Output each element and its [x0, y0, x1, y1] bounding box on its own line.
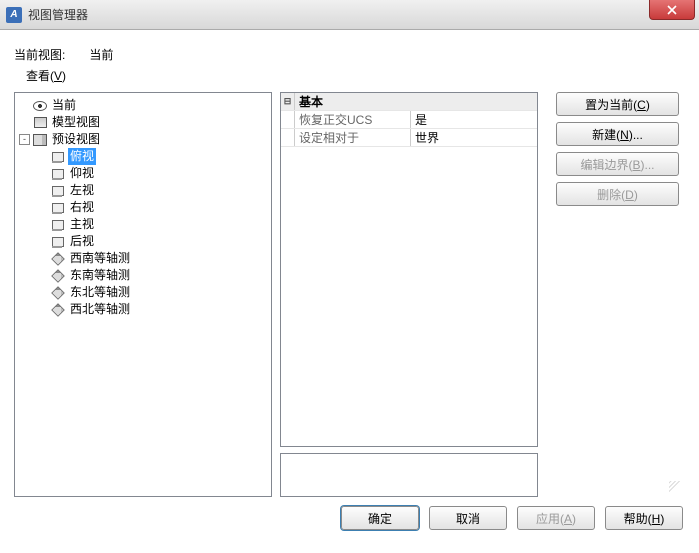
tree-item[interactable]: 右视	[15, 199, 271, 216]
titlebar: A 视图管理器	[0, 0, 699, 30]
new-button[interactable]: 新建(N)...	[556, 122, 679, 146]
prop-row[interactable]: 恢复正交UCS是	[281, 111, 537, 129]
properties-panel: ⊟ 基本 恢复正交UCS是设定相对于世界	[280, 92, 538, 497]
collapse-icon[interactable]: ⊟	[281, 93, 295, 110]
iso-icon	[50, 286, 66, 300]
close-icon	[667, 5, 677, 15]
prop-value[interactable]: 世界	[411, 129, 537, 146]
property-description	[280, 453, 538, 497]
tree-item[interactable]: 西南等轴测	[15, 250, 271, 267]
tree-item-label: 后视	[68, 233, 96, 250]
tree-item-label: 当前	[50, 97, 78, 114]
tree-item[interactable]: 当前	[15, 97, 271, 114]
cancel-button[interactable]: 取消	[429, 506, 507, 530]
prop-key: 设定相对于	[295, 129, 411, 146]
preset-icon	[32, 133, 48, 147]
prop-value[interactable]: 是	[411, 111, 537, 128]
close-button[interactable]	[649, 0, 695, 20]
tree-item-label: 左视	[68, 182, 96, 199]
tree-item[interactable]: 仰视	[15, 165, 271, 182]
expand-toggle[interactable]: -	[19, 134, 30, 145]
current-view-value: 当前	[89, 46, 113, 63]
iso-icon	[50, 252, 66, 266]
tree-item[interactable]: 俯视	[15, 148, 271, 165]
apply-button[interactable]: 应用(A)	[517, 506, 595, 530]
iso-icon	[50, 269, 66, 283]
tree-item-label: 东北等轴测	[68, 284, 132, 301]
properties-table[interactable]: ⊟ 基本 恢复正交UCS是设定相对于世界	[280, 92, 538, 447]
tree-item[interactable]: 西北等轴测	[15, 301, 271, 318]
tree-item[interactable]: 东北等轴测	[15, 284, 271, 301]
tree-item-label: 俯视	[68, 148, 96, 165]
current-view-label: 当前视图:	[14, 46, 65, 63]
tree-item-label: 右视	[68, 199, 96, 216]
dialog-footer: 确定 取消 应用(A) 帮助(H)	[0, 497, 699, 539]
view-menu[interactable]: 查看(V)	[26, 67, 685, 84]
tree-item-label: 模型视图	[50, 114, 102, 131]
set-current-button[interactable]: 置为当前(C)	[556, 92, 679, 116]
ortho-icon	[50, 167, 66, 181]
tree-item-label: 东南等轴测	[68, 267, 132, 284]
tree-item[interactable]: - 预设视图	[15, 131, 271, 148]
prop-row[interactable]: 设定相对于世界	[281, 129, 537, 147]
eye-icon	[32, 99, 48, 113]
view-tree[interactable]: 当前模型视图 - 预设视图俯视仰视左视右视主视后视西南等轴测东南等轴测东北等轴测西北…	[14, 92, 272, 497]
app-icon: A	[6, 7, 22, 23]
prop-key: 恢复正交UCS	[295, 111, 411, 128]
ortho-icon	[50, 184, 66, 198]
current-view-row: 当前视图: 当前	[14, 46, 685, 63]
tree-item[interactable]: 左视	[15, 182, 271, 199]
ortho-icon	[50, 150, 66, 164]
tree-item-label: 预设视图	[50, 131, 102, 148]
ortho-icon	[50, 218, 66, 232]
prop-group-row[interactable]: ⊟ 基本	[281, 93, 537, 111]
prop-group-label: 基本	[295, 93, 537, 110]
ortho-icon	[50, 235, 66, 249]
tree-item[interactable]: 东南等轴测	[15, 267, 271, 284]
model-icon	[32, 116, 48, 130]
window-title: 视图管理器	[28, 6, 88, 23]
tree-item[interactable]: 主视	[15, 216, 271, 233]
help-button[interactable]: 帮助(H)	[605, 506, 683, 530]
tree-item[interactable]: 后视	[15, 233, 271, 250]
tree-item-label: 西北等轴测	[68, 301, 132, 318]
tree-item[interactable]: 模型视图	[15, 114, 271, 131]
side-buttons: 置为当前(C) 新建(N)... 编辑边界(B)... 删除(D)	[546, 92, 685, 497]
ortho-icon	[50, 201, 66, 215]
delete-button[interactable]: 删除(D)	[556, 182, 679, 206]
iso-icon	[50, 303, 66, 317]
edit-bounds-button[interactable]: 编辑边界(B)...	[556, 152, 679, 176]
tree-item-label: 西南等轴测	[68, 250, 132, 267]
ok-button[interactable]: 确定	[341, 506, 419, 530]
resize-grip-icon	[669, 481, 681, 493]
tree-item-label: 仰视	[68, 165, 96, 182]
tree-item-label: 主视	[68, 216, 96, 233]
